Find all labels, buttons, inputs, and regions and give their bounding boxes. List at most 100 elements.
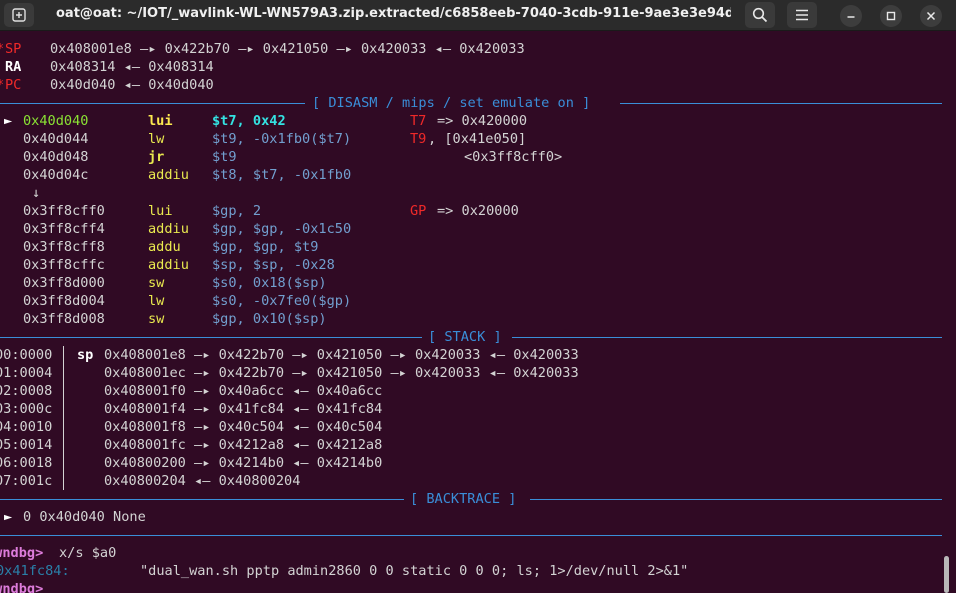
stack-value: 0x408001f8 —▸ 0x40c504 ◂— 0x40c504	[104, 419, 383, 435]
instruction-mnemonic: sw	[148, 311, 165, 327]
disasm-row: 0x3ff8d008 sw $gp, 0x10($sp)	[0, 310, 327, 328]
instruction-address: 0x3ff8cff0	[23, 203, 105, 219]
menu-button[interactable]	[787, 2, 817, 28]
annotation-value: <0x3ff8cff0>	[464, 149, 563, 165]
annotation-register: GP	[410, 203, 427, 219]
stack-offset: 01:0004	[0, 365, 53, 381]
prompt: pwndbg>	[0, 545, 44, 561]
separator-line	[0, 535, 942, 536]
instruction-operands: $gp, $gp, -0x1c50	[212, 221, 352, 237]
current-instruction-marker: ►	[4, 113, 13, 129]
register-value: 0x408001e8 —▸ 0x422b70 —▸ 0x421050 —▸ 0x…	[50, 41, 525, 57]
annotation-value: => 0x20000	[437, 203, 519, 219]
window-title: oat@oat: ~/IOT/_wavlink-WL-WN579A3.zip.e…	[56, 6, 731, 21]
disasm-row: 0x3ff8cffc addiu $sp, $sp, -0x28	[0, 256, 335, 274]
command-output: 0x41fc84: "dual_wan.sh pptp admin2860 0 …	[0, 562, 688, 580]
search-icon	[752, 7, 768, 23]
instruction-address: 0x3ff8d008	[23, 311, 105, 327]
stack-value: 0x40800200 —▸ 0x4214b0 ◂— 0x4214b0	[104, 455, 383, 471]
new-tab-button[interactable]	[4, 3, 34, 27]
instruction-operands: $gp, 2	[212, 203, 262, 219]
register-name: PC	[5, 77, 22, 93]
maximize-icon	[886, 11, 896, 21]
instruction-mnemonic: addu	[148, 239, 181, 255]
output-address: 0x41fc84:	[0, 563, 70, 579]
separator-line	[0, 103, 305, 104]
instruction-address: 0x40d044	[23, 131, 89, 147]
stack-row: 05:0014 0x408001fc —▸ 0x4212a8 ◂— 0x4212…	[0, 436, 382, 454]
register-value: 0x408314 ◂— 0x408314	[50, 59, 214, 75]
instruction-operands: $s0, 0x18($sp)	[212, 275, 327, 291]
stack-offset: 04:0010	[0, 419, 53, 435]
instruction-mnemonic: addiu	[148, 257, 189, 273]
disasm-row: ► 0x40d040 lui $t7, 0x42 T7 => 0x420000	[0, 112, 527, 130]
stack-value: 0x40800204 ◂— 0x40800204	[104, 473, 301, 489]
instruction-address: 0x3ff8cff8	[23, 239, 105, 255]
prompt: pwndbg>	[0, 581, 44, 593]
separator-line	[620, 103, 942, 104]
close-button[interactable]	[920, 5, 942, 27]
disasm-row: 0x40d044 lw $t9, -0x1fb0($t7) T9 , [0x41…	[0, 130, 526, 148]
instruction-address: 0x40d040	[23, 113, 89, 129]
disasm-row: 0x3ff8cff8 addu $gp, $gp, $t9	[0, 238, 318, 256]
stack-pointer-label: sp	[77, 347, 94, 363]
stack-row: 07:001c 0x40800204 ◂— 0x40800204	[0, 472, 300, 490]
backtrace-header: [ BACKTRACE ]	[410, 491, 517, 507]
stack-offset: 03:000c	[0, 401, 53, 417]
command-line[interactable]: pwndbg>	[0, 580, 43, 593]
instruction-mnemonic: lui	[148, 113, 173, 129]
disasm-row: 0x3ff8d004 lw $s0, -0x7fe0($gp)	[0, 292, 351, 310]
instruction-mnemonic: addiu	[148, 221, 189, 237]
disasm-row: 0x40d04c addiu $t8, $t7, -0x1fb0	[0, 166, 351, 184]
instruction-address: 0x3ff8d000	[23, 275, 105, 291]
annotation-register: T9	[410, 131, 427, 147]
stack-value: 0x408001ec —▸ 0x422b70 —▸ 0x421050 —▸ 0x…	[104, 365, 579, 381]
instruction-address: 0x3ff8cff4	[23, 221, 105, 237]
instruction-operands: $t7, 0x42	[212, 113, 286, 129]
stack-offset: 06:0018	[0, 455, 53, 471]
instruction-operands: $t8, $t7, -0x1fb0	[212, 167, 352, 183]
instruction-mnemonic: lui	[148, 203, 173, 219]
stack-offset: 05:0014	[0, 437, 53, 453]
register-flag: *	[0, 76, 4, 94]
minimize-icon	[847, 16, 855, 18]
new-tab-icon	[12, 8, 26, 22]
separator-line	[0, 499, 404, 500]
stack-value: 0x408001f4 —▸ 0x41fc84 ◂— 0x41fc84	[104, 401, 383, 417]
disasm-row: 0x3ff8d000 sw $s0, 0x18($sp)	[0, 274, 327, 292]
instruction-operands: $t9, -0x1fb0($t7)	[212, 131, 352, 147]
separator-line	[530, 499, 942, 500]
register-row-pc: * PC 0x40d040 ◂— 0x40d040	[0, 76, 214, 94]
terminal-output[interactable]: * SP 0x408001e8 —▸ 0x422b70 —▸ 0x421050 …	[0, 30, 942, 593]
stack-row: 04:0010 0x408001f8 —▸ 0x40c504 ◂— 0x40c5…	[0, 418, 382, 436]
backtrace-frame: 0 0x40d040 None	[23, 509, 146, 525]
instruction-address: 0x3ff8cffc	[23, 257, 105, 273]
stack-row: 00:0000 sp 0x408001e8 —▸ 0x422b70 —▸ 0x4…	[0, 346, 579, 364]
instruction-address: 0x3ff8d004	[23, 293, 105, 309]
stack-offset: 00:0000	[0, 347, 53, 363]
annotation-value: => 0x420000	[437, 113, 528, 129]
current-frame-marker: ►	[4, 509, 13, 525]
separator-line	[512, 337, 942, 338]
stack-row: 03:000c 0x408001f4 —▸ 0x41fc84 ◂— 0x41fc…	[0, 400, 382, 418]
stack-column-divider	[63, 346, 64, 490]
stack-value: 0x408001e8 —▸ 0x422b70 —▸ 0x421050 —▸ 0x…	[104, 347, 579, 363]
register-name: SP	[5, 41, 22, 57]
stack-value: 0x408001f0 —▸ 0x40a6cc ◂— 0x40a6cc	[104, 383, 383, 399]
minimize-button[interactable]	[840, 5, 862, 27]
scrollbar-thumb[interactable]	[944, 556, 949, 593]
disasm-row: 0x3ff8cff4 addiu $gp, $gp, -0x1c50	[0, 220, 351, 238]
separator-line	[0, 337, 422, 338]
instruction-operands: $sp, $sp, -0x28	[212, 257, 335, 273]
maximize-button[interactable]	[880, 5, 902, 27]
stack-value: 0x408001fc —▸ 0x4212a8 ◂— 0x4212a8	[104, 437, 383, 453]
close-icon	[926, 11, 936, 21]
register-row-ra: RA 0x408314 ◂— 0x408314	[0, 58, 214, 76]
instruction-mnemonic: jr	[148, 149, 165, 165]
instruction-operands: $gp, 0x10($sp)	[212, 311, 327, 327]
instruction-mnemonic: addiu	[148, 167, 189, 183]
search-button[interactable]	[745, 2, 775, 28]
instruction-operands: $t9	[212, 149, 237, 165]
command-line: pwndbg> x/s $a0	[0, 544, 116, 562]
hamburger-menu-icon	[796, 9, 808, 21]
